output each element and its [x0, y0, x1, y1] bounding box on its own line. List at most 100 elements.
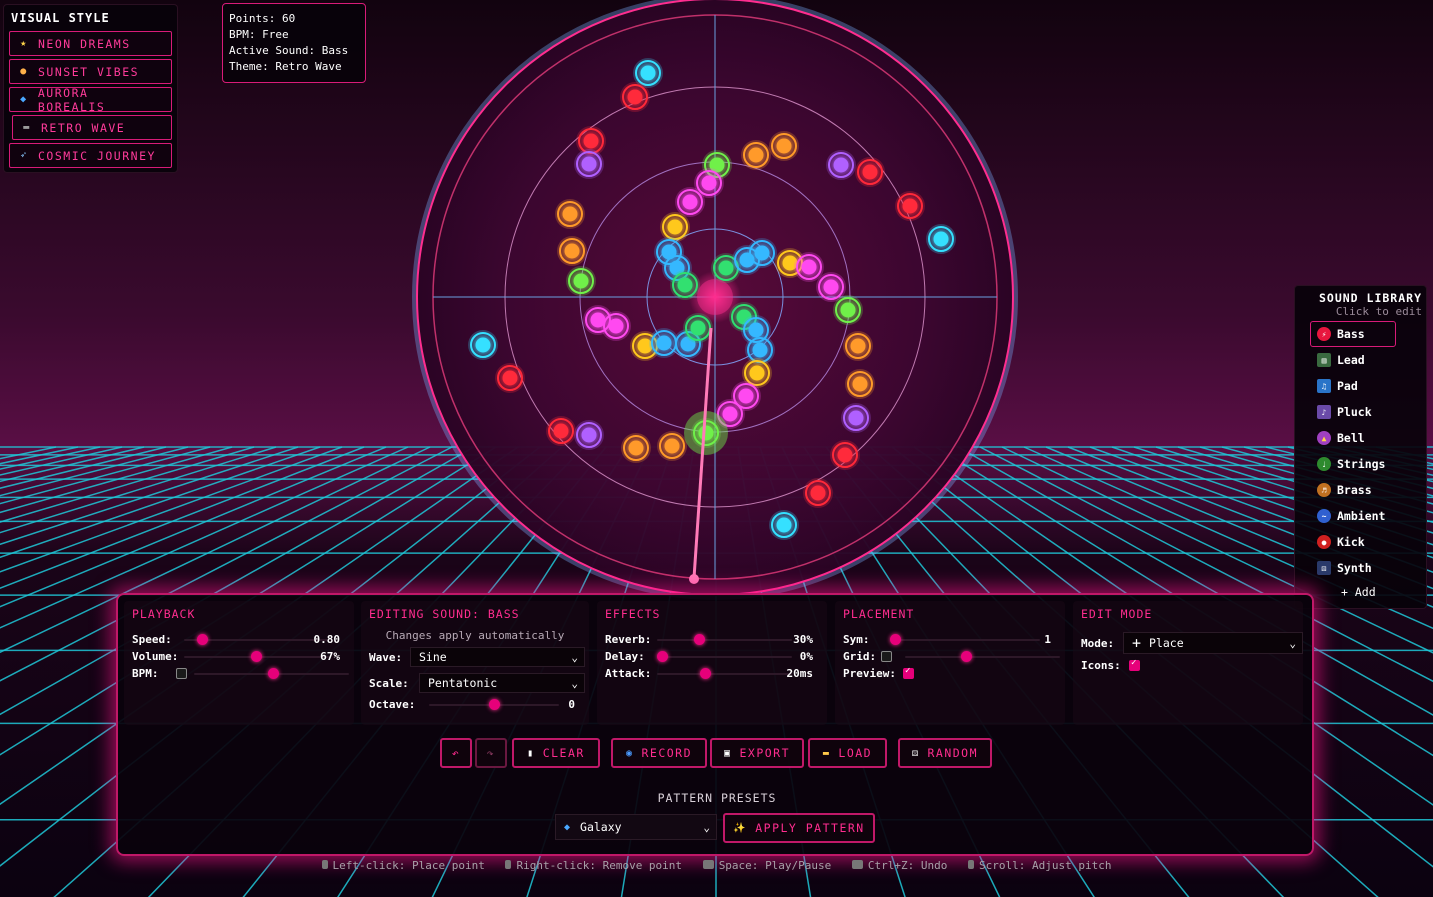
clear-button[interactable]: ▮ CLEAR: [512, 738, 600, 768]
violin-icon: ♩: [1317, 457, 1331, 471]
delay-slider-knob[interactable]: [657, 650, 668, 662]
sound-point: [546, 416, 576, 446]
mode-row: Mode: + Place ⌄: [1081, 631, 1303, 655]
sym-slider-knob[interactable]: [890, 633, 901, 645]
attack-label: Attack:: [605, 667, 652, 680]
grid-size-slider[interactable]: [905, 650, 1060, 662]
scale-label: Scale:: [369, 677, 409, 690]
style-button-aurora-borealis[interactable]: ◆ AURORA BOREALIS: [9, 86, 172, 114]
active-point-glow: [697, 279, 733, 315]
chevron-down-icon: ⌄: [571, 650, 578, 664]
reverb-label: Reverb:: [605, 633, 652, 646]
editing-section: EDITING SOUND: BASS Changes apply automa…: [361, 601, 589, 725]
theme-name: Theme: Retro Wave: [229, 60, 342, 73]
sound-item-bass[interactable]: ⚡ Bass: [1310, 321, 1396, 347]
speed-value: 0.80: [313, 633, 341, 646]
sound-item-brass[interactable]: ♬ Brass: [1311, 477, 1422, 503]
volume-value: 67%: [320, 650, 340, 663]
bpm-slider-knob[interactable]: [268, 667, 279, 679]
record-button[interactable]: ◉ RECORD: [611, 738, 707, 768]
sound-point: [670, 270, 700, 300]
add-sound-button[interactable]: + Add: [1341, 581, 1422, 603]
wave-select[interactable]: Sine ⌄: [410, 647, 585, 667]
sound-item-ambient[interactable]: ~ Ambient: [1311, 503, 1422, 529]
style-button-retro-wave[interactable]: ▬ RETRO WAVE: [12, 115, 172, 140]
bpm-label: BPM:: [132, 667, 159, 680]
floppy-disk-icon: ▣: [723, 747, 732, 759]
status-info-box: Points: 60 BPM: Free Active Sound: Bass …: [222, 3, 366, 83]
wave-row: Wave: Sine ⌄: [369, 646, 585, 668]
plus-icon: +: [1132, 634, 1142, 652]
volume-slider-knob[interactable]: [251, 650, 262, 662]
placement-section: PLACEMENT Sym: 1 Grid: Preview:: [835, 601, 1065, 725]
chevron-down-icon: ⌄: [1289, 636, 1296, 650]
reverb-slider-knob[interactable]: [694, 633, 706, 645]
sym-slider[interactable]: [890, 633, 1040, 645]
sound-point: [843, 331, 873, 361]
speed-label: Speed:: [132, 633, 172, 646]
sound-item-bell[interactable]: ▲ Bell: [1311, 425, 1422, 451]
octave-row: Octave: 0: [369, 696, 581, 713]
sound-point: [566, 266, 596, 296]
icons-checkbox[interactable]: [1129, 658, 1140, 671]
trumpet-icon: ♬: [1317, 483, 1331, 497]
style-button-sunset-vibes[interactable]: ● SUNSET VIBES: [9, 59, 172, 84]
pattern-presets-title: PATTERN PRESETS: [657, 791, 777, 805]
export-button[interactable]: ▣ EXPORT: [710, 738, 804, 768]
preview-label: Preview:: [843, 667, 896, 680]
grid-checkbox[interactable]: [881, 651, 892, 662]
sound-item-pluck[interactable]: ♪ Pluck: [1311, 399, 1422, 425]
dice-icon: ⚄: [1317, 561, 1331, 575]
folder-icon: ▬: [822, 747, 831, 759]
sound-item-pad[interactable]: ♫ Pad: [1311, 373, 1422, 399]
attack-slider[interactable]: [657, 667, 792, 679]
bpm-checkbox[interactable]: [176, 668, 187, 679]
sound-point: [769, 510, 799, 540]
galaxy-icon: ◆: [564, 821, 571, 833]
mode-select[interactable]: + Place ⌄: [1123, 632, 1303, 654]
aurora-icon: ◆: [20, 94, 28, 105]
style-button-cosmic-journey[interactable]: ➶ COSMIC JOURNEY: [9, 143, 172, 168]
speed-slider-knob[interactable]: [197, 633, 209, 645]
undo-button[interactable]: ↶: [440, 738, 472, 768]
sound-point: [557, 236, 587, 266]
control-panel: PLAYBACK Speed: 0.80 Volume: 67% BPM: ED…: [116, 593, 1314, 856]
sound-item-lead[interactable]: ▥ Lead: [1311, 347, 1422, 373]
sym-value: 1: [1044, 633, 1051, 646]
sound-point: [574, 420, 604, 450]
sound-point: [741, 140, 771, 170]
sound-point: [555, 199, 585, 229]
playback-title: PLAYBACK: [132, 607, 196, 621]
sound-point: [601, 311, 631, 341]
sound-item-strings[interactable]: ♩ Strings: [1311, 451, 1422, 477]
bpm-slider[interactable]: [194, 667, 349, 679]
sound-point: [495, 363, 525, 393]
load-button[interactable]: ▬ LOAD: [808, 738, 887, 768]
grid-size-slider-knob[interactable]: [961, 650, 972, 662]
sound-item-kick[interactable]: ● Kick: [1311, 529, 1422, 555]
sound-point: [468, 330, 498, 360]
edit-mode-title: EDIT MODE: [1081, 607, 1153, 621]
mouse-icon: [505, 860, 512, 869]
bpm-status: BPM: Free: [229, 28, 289, 41]
attack-slider-knob[interactable]: [700, 667, 712, 679]
random-button[interactable]: ⚄ RANDOM: [898, 738, 992, 768]
preview-checkbox[interactable]: [903, 666, 914, 679]
attack-value: 20ms: [786, 667, 814, 680]
keyboard-icon: [851, 860, 863, 869]
sound-item-synth[interactable]: ⚄ Synth: [1311, 555, 1422, 581]
preset-select[interactable]: ◆ Galaxy ⌄: [555, 814, 717, 840]
apply-pattern-button[interactable]: ✨ APPLY PATTERN: [723, 813, 875, 843]
delay-slider[interactable]: [657, 650, 792, 662]
style-button-neon-dreams[interactable]: ★ NEON DREAMS: [9, 31, 172, 56]
reverb-slider[interactable]: [657, 633, 792, 645]
volume-slider[interactable]: [184, 650, 329, 662]
scale-select[interactable]: Pentatonic ⌄: [419, 673, 585, 693]
piano-icon: ▥: [1317, 353, 1331, 367]
speed-slider[interactable]: [184, 633, 329, 645]
undo-icon: ↶: [451, 746, 461, 760]
sym-row: Sym: 1: [843, 631, 1057, 648]
octave-slider-knob[interactable]: [488, 698, 500, 710]
redo-button[interactable]: ↷: [475, 738, 507, 768]
octave-slider[interactable]: [429, 698, 559, 710]
